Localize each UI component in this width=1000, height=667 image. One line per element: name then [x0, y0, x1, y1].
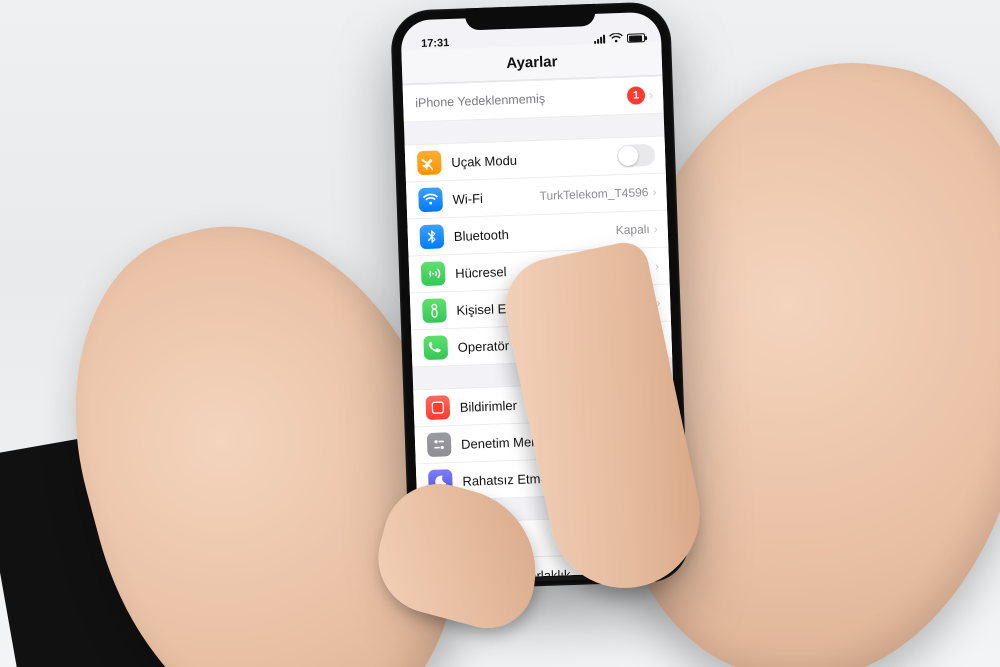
alert-badge: 1: [627, 86, 646, 105]
row-label: Uçak Modu: [451, 149, 617, 170]
hotspot-icon: [422, 298, 447, 323]
wifi-icon: [418, 187, 443, 212]
status-time: 17:31: [421, 37, 450, 50]
chevron-right-icon: ›: [653, 222, 657, 236]
status-indicators: [594, 32, 645, 44]
row-label: Wi-Fi: [452, 188, 540, 206]
row-label: Bluetooth: [454, 223, 616, 244]
control-center-icon: [427, 432, 452, 457]
notch: [465, 4, 596, 31]
chevron-right-icon: ›: [655, 259, 659, 273]
airplane-toggle[interactable]: [617, 144, 656, 167]
row-value: Kapalı: [615, 222, 649, 237]
airplane-icon: [417, 150, 442, 175]
carrier-icon: [423, 335, 448, 360]
battery-icon: [627, 33, 645, 43]
chevron-right-icon: ›: [649, 88, 653, 102]
cellular-signal-icon: [594, 34, 605, 43]
row-value: TurkTelekom_T4596: [539, 185, 648, 203]
wifi-status-icon: [609, 33, 623, 43]
backup-alert-label: iPhone Yedeklenmemiş: [415, 89, 627, 110]
notifications-icon: [425, 395, 450, 420]
bluetooth-icon: [419, 224, 444, 249]
cellular-icon: [421, 261, 446, 286]
chevron-right-icon: ›: [652, 185, 656, 199]
